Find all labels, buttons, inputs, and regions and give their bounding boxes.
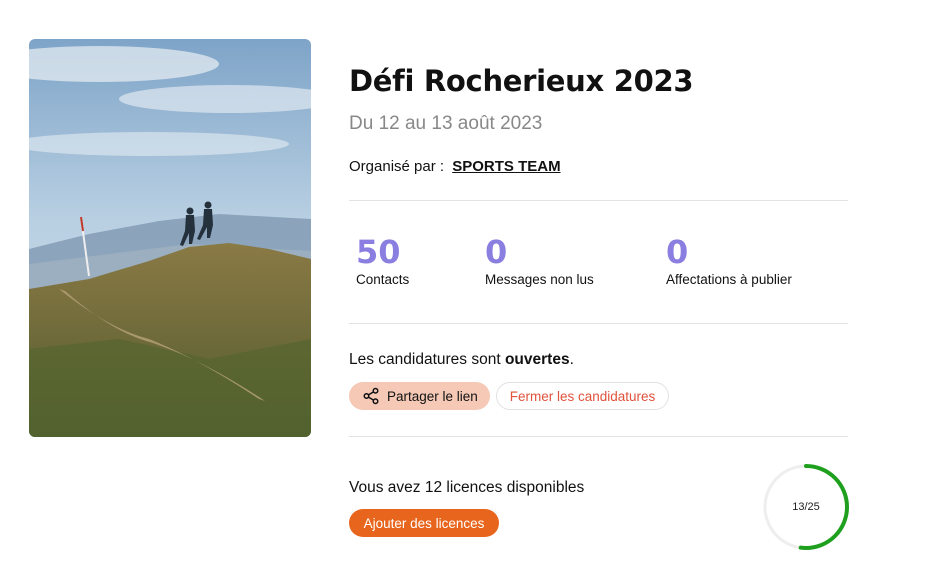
event-title: Défi Rocherieux 2023 bbox=[349, 64, 694, 98]
event-dates: Du 12 au 13 août 2023 bbox=[349, 113, 543, 134]
stat-unread-messages[interactable]: 0 Messages non lus bbox=[485, 232, 594, 287]
organizer-link[interactable]: SPORTS TEAM bbox=[452, 158, 560, 175]
stat-contacts[interactable]: 50 Contacts bbox=[356, 232, 409, 287]
add-licences-label: Ajouter des licences bbox=[363, 515, 485, 531]
share-link-button[interactable]: Partager le lien bbox=[349, 382, 490, 410]
divider bbox=[349, 323, 848, 324]
share-icon bbox=[363, 387, 379, 405]
licences-suffix: licences disponibles bbox=[446, 479, 585, 496]
licences-prefix: Vous avez bbox=[349, 479, 421, 496]
stat-label: Messages non lus bbox=[485, 272, 594, 287]
close-applications-label: Fermer les candidatures bbox=[509, 388, 656, 404]
event-organizer: Organisé par : SPORTS TEAM bbox=[349, 158, 561, 175]
add-licences-button[interactable]: Ajouter des licences bbox=[349, 509, 499, 537]
stat-label: Affectations à publier bbox=[666, 272, 792, 287]
stat-label: Contacts bbox=[356, 272, 410, 287]
divider bbox=[349, 200, 848, 201]
event-cover-image bbox=[29, 39, 311, 437]
divider bbox=[349, 436, 848, 437]
gauge-label: 13/25 bbox=[792, 501, 820, 513]
licences-available: Vous avez 12 licences disponibles bbox=[349, 479, 584, 497]
stat-value: 0 bbox=[666, 233, 689, 271]
stat-assignments-to-publish[interactable]: 0 Affectations à publier bbox=[666, 232, 792, 287]
stat-value: 50 bbox=[356, 233, 401, 271]
stat-value: 0 bbox=[485, 233, 508, 271]
status-value: ouvertes bbox=[504, 351, 570, 368]
licences-count: 12 bbox=[424, 479, 443, 496]
status-prefix: Les candidatures sont bbox=[349, 351, 501, 368]
mountain-hikers-photo bbox=[29, 39, 311, 437]
organizer-prefix: Organisé par : bbox=[349, 158, 445, 175]
status-suffix: . bbox=[569, 351, 574, 368]
close-applications-button[interactable]: Fermer les candidatures bbox=[496, 382, 669, 410]
share-link-label: Partager le lien bbox=[387, 388, 478, 404]
applications-status: Les candidatures sont ouvertes. bbox=[349, 351, 574, 369]
